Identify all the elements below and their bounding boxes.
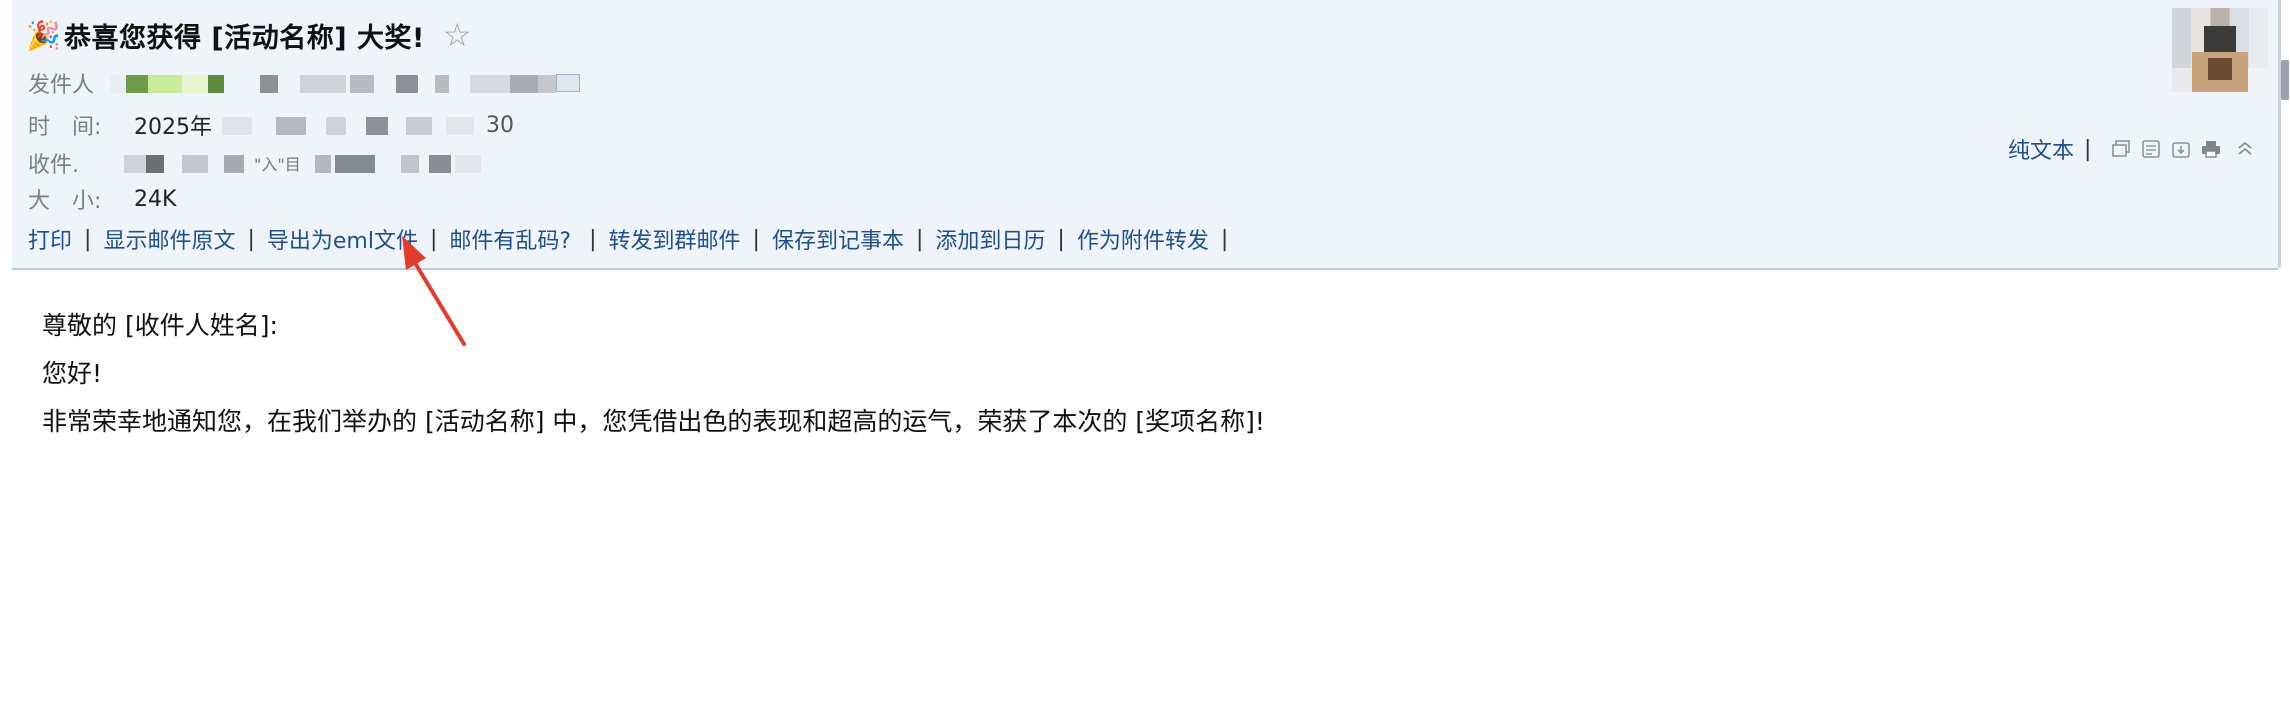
sender-row: 发件人: [28, 66, 580, 100]
sender-label: 发件人: [28, 73, 95, 98]
time-value: 2025年: [134, 115, 212, 140]
download-icon[interactable]: [2169, 137, 2193, 161]
sender-avatar: [2172, 8, 2268, 92]
party-popper-icon: 🎉: [26, 18, 61, 52]
print-link[interactable]: 打印: [28, 223, 72, 255]
forward-as-attachment-link[interactable]: 作为附件转发: [1077, 223, 1209, 255]
collapse-icon[interactable]: [2233, 137, 2257, 161]
body-hello: 您好!: [42, 359, 103, 388]
sender-redacted: [110, 72, 580, 94]
add-calendar-link[interactable]: 添加到日历: [935, 223, 1045, 255]
plain-text-link[interactable]: 纯文本: [2008, 133, 2074, 165]
body-greeting: 尊敬的 [收件人姓名]:: [42, 311, 278, 340]
recipient-partial: "入"目: [254, 155, 301, 174]
mail-subject: 恭喜您获得 [活动名称] 大奖!: [64, 22, 425, 54]
size-row: 大 小: 24K: [28, 182, 176, 216]
note-icon[interactable]: [2139, 137, 2163, 161]
recipient-redacted-a: [124, 152, 254, 174]
time-redacted: [216, 114, 486, 136]
time-value-tail: 30: [486, 112, 514, 138]
copy-window-icon[interactable]: [2109, 137, 2133, 161]
star-icon[interactable]: ☆: [443, 16, 472, 54]
time-label: 时 间:: [28, 115, 102, 140]
recipient-redacted-b: [305, 152, 505, 174]
show-original-link[interactable]: 显示邮件原文: [103, 223, 235, 255]
view-tools: 纯文本 |: [2008, 132, 2257, 166]
size-label: 大 小:: [28, 189, 102, 214]
recipient-label: 收件.: [28, 153, 79, 178]
time-row: 时 间: 2025年 30: [28, 108, 514, 142]
subject-line: 🎉 恭喜您获得 [活动名称] 大奖! ☆: [26, 14, 471, 56]
right-edge-scrollbar[interactable]: [2278, 0, 2290, 720]
body-paragraph: 非常荣幸地通知您，在我们举办的 [活动名称] 中，您凭借出色的表现和超高的运气，…: [42, 407, 1265, 436]
forward-group-link[interactable]: 转发到群邮件: [609, 223, 741, 255]
print-icon[interactable]: [2199, 137, 2223, 161]
size-value: 24K: [134, 186, 177, 212]
mail-actions-bar: 打印 | 显示邮件原文 | 导出为eml文件 | 邮件有乱码? | 转发到群邮件 | 保存…: [28, 222, 1240, 256]
annotation-arrow: [402, 236, 466, 346]
save-notepad-link[interactable]: 保存到记事本: [772, 223, 904, 255]
recipient-row: 收件. "入"目: [28, 146, 505, 180]
